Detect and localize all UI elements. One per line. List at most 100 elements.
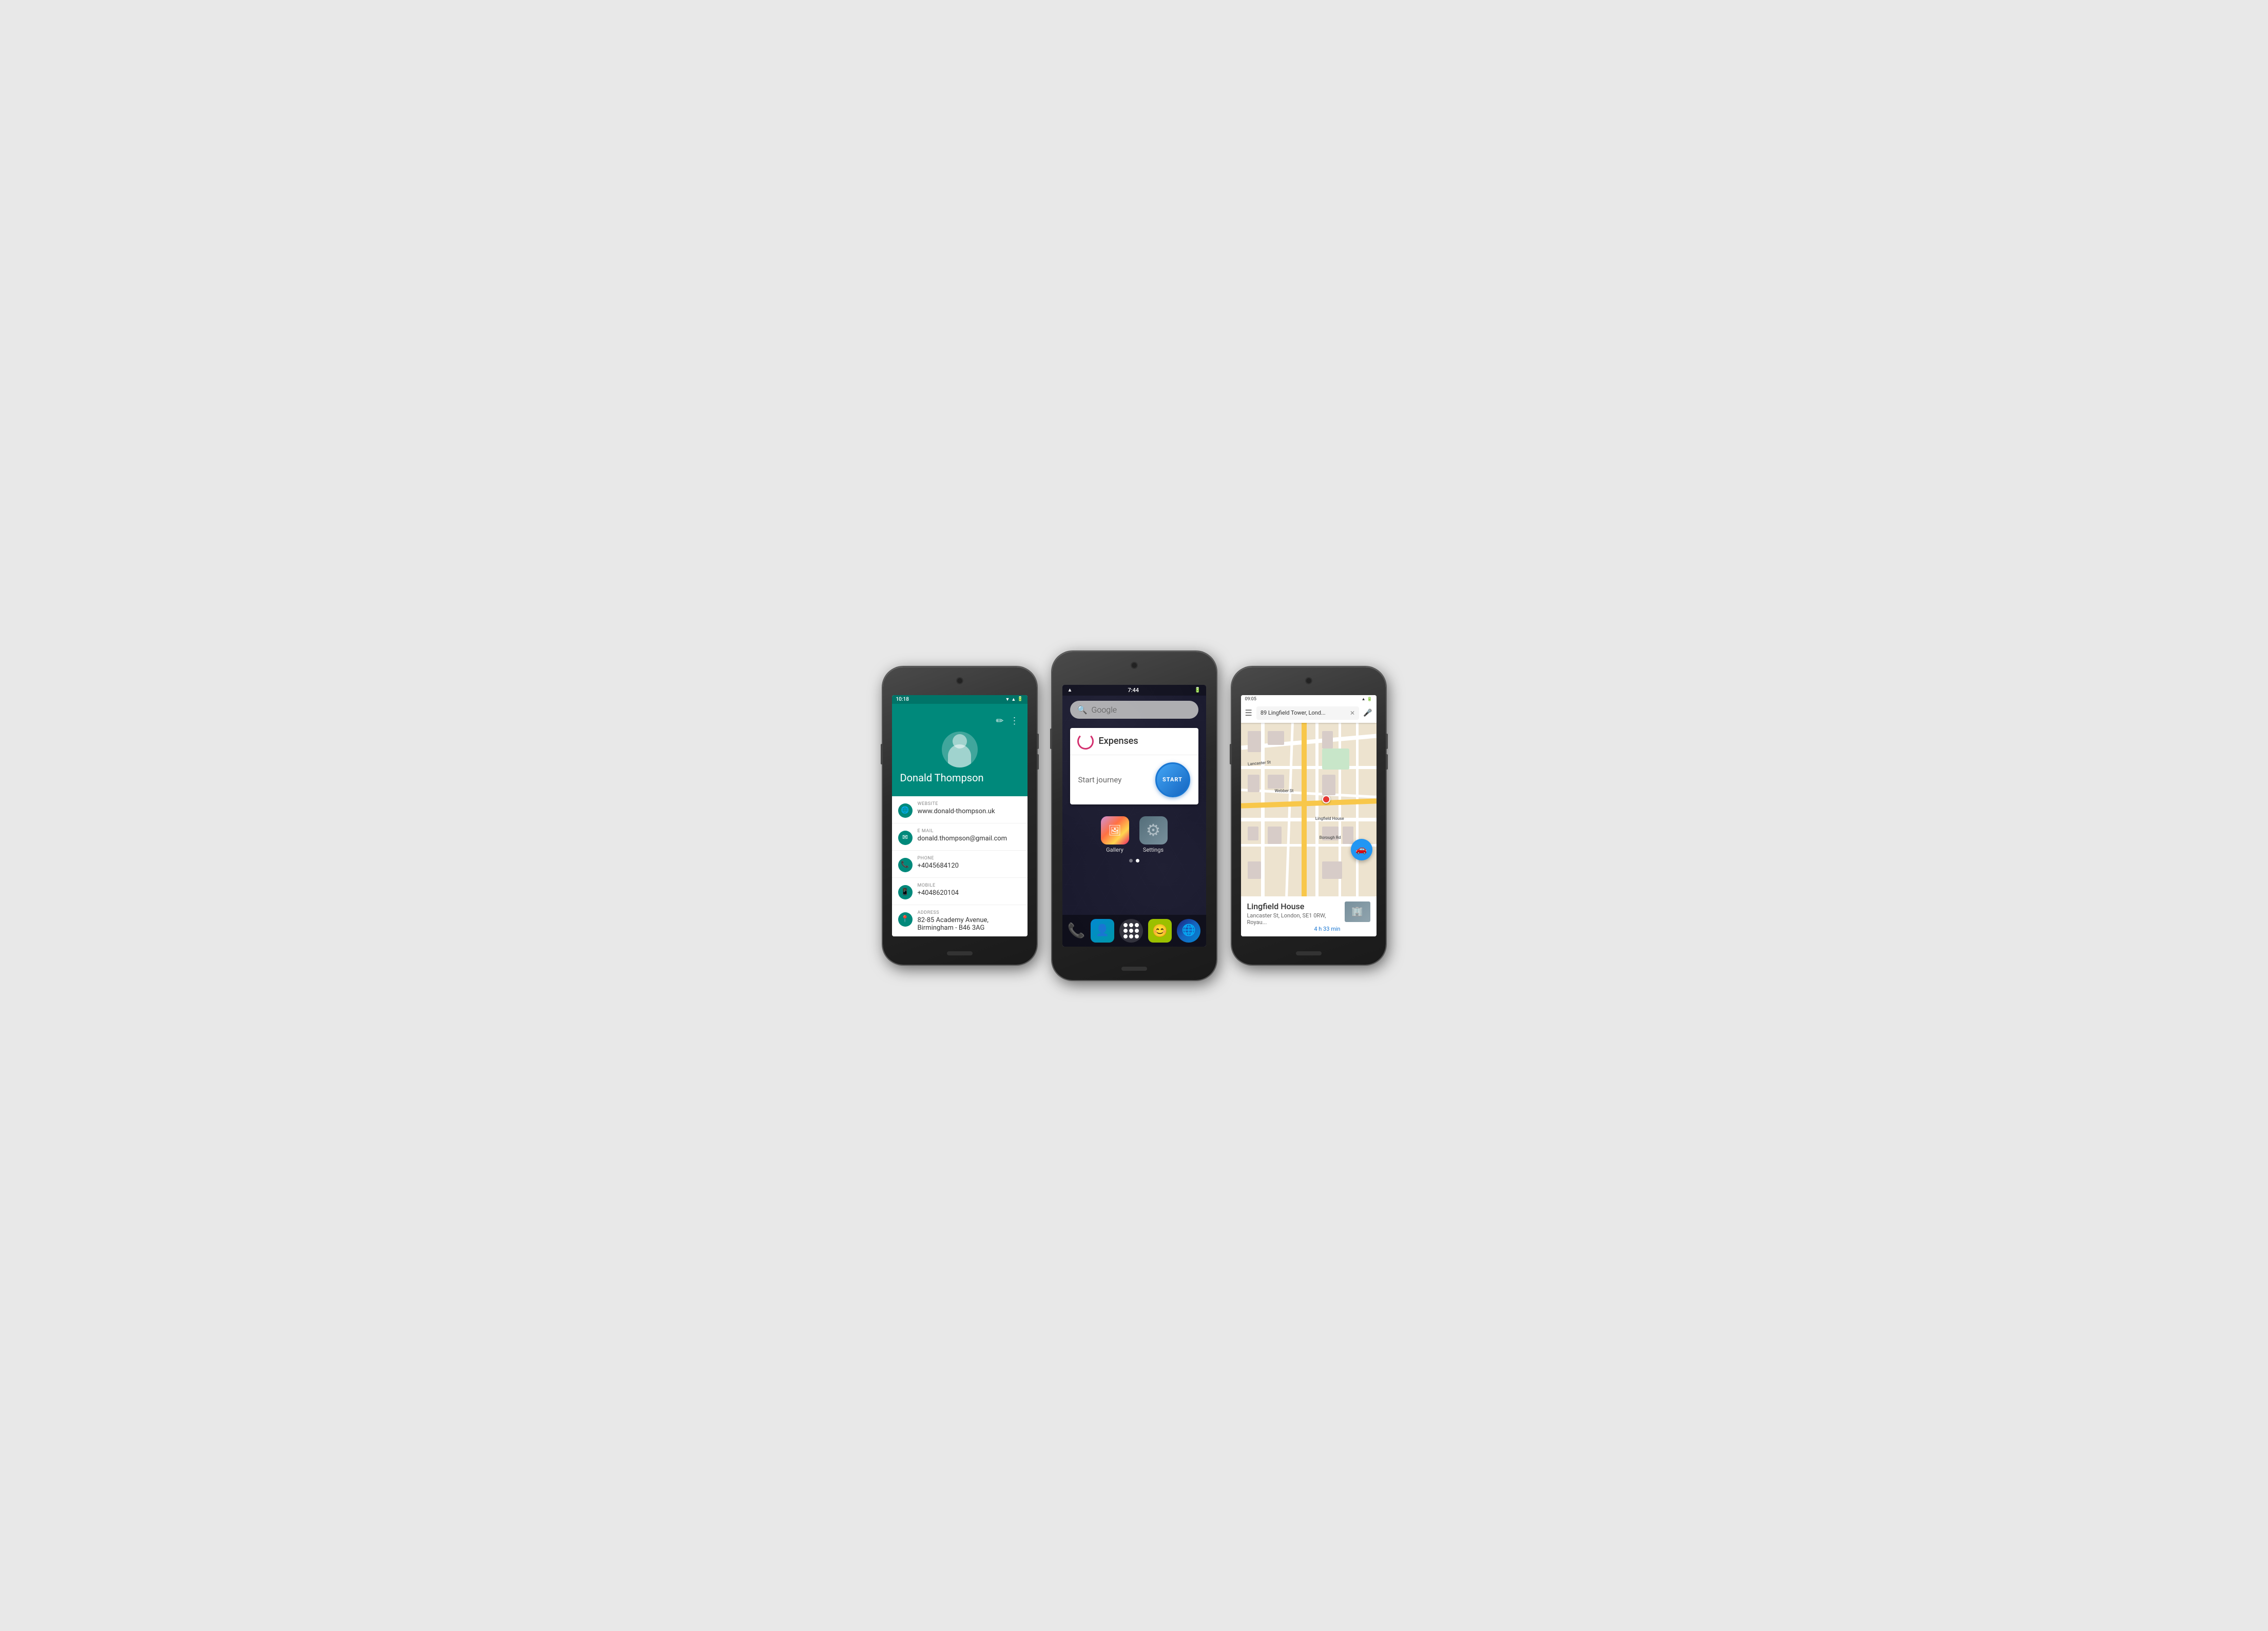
maps-status-icons: ▲ 🔋	[1362, 697, 1372, 701]
dock-contacts[interactable]: 👤	[1091, 919, 1114, 943]
expenses-icon	[1077, 733, 1094, 750]
wifi-icon: ▼	[1005, 697, 1010, 702]
app-dock: 📞 👤 😊	[1062, 915, 1206, 947]
phone-call-icon: 📞	[1068, 922, 1085, 939]
gallery-icon: 🖼	[1101, 816, 1129, 845]
edit-icon[interactable]: ✏	[996, 716, 1003, 726]
start-button-text: START	[1162, 776, 1183, 783]
address-field[interactable]: 📍 ADDRESS 82-85 Academy Avenue, Birmingh…	[892, 905, 1028, 936]
dock-apps[interactable]	[1119, 919, 1143, 943]
place-thumbnail: 🏢	[1345, 901, 1370, 922]
navigation-fab[interactable]: 🚗	[1351, 839, 1372, 860]
battery-icon: 🔋	[1194, 687, 1200, 693]
battery-icon: 🔋	[1017, 697, 1023, 702]
email-icon: ✉	[898, 831, 913, 845]
signal-icon: ▲	[1068, 687, 1073, 693]
phone-value: +4045684120	[918, 862, 1021, 870]
status-icons-left: ▲	[1068, 687, 1073, 693]
status-time-home: 7:44	[1128, 687, 1139, 694]
mobile-field[interactable]: 📱 MOBILE +4048620104	[892, 878, 1028, 905]
settings-app[interactable]: ⚙ Settings	[1139, 816, 1168, 853]
status-bar-home: ▲ 7:44 🔋	[1062, 685, 1206, 696]
maps-search-value: 89 Lingfield Tower, Lond...	[1261, 709, 1350, 716]
street-label-3: Borough Rd	[1320, 835, 1341, 840]
volume-down-button[interactable]	[1037, 754, 1039, 770]
maps-status-time: 09:05	[1245, 697, 1256, 702]
address-value: 82-85 Academy Avenue, Birmingham - B46 3…	[918, 916, 1021, 932]
gallery-app[interactable]: 🖼 Gallery	[1101, 816, 1129, 853]
street-label-2: Webber St	[1275, 789, 1294, 793]
maps-signal-icon: ▲	[1362, 697, 1366, 701]
map-pin	[1322, 795, 1330, 805]
email-field[interactable]: ✉ E MAIL donald.thompson@gmail.com	[892, 823, 1028, 851]
map-place-label: Lingfield House	[1315, 816, 1344, 821]
address-label: ADDRESS	[918, 910, 1021, 915]
email-value: donald.thompson@gmail.com	[918, 835, 1021, 842]
maps-battery-icon: 🔋	[1367, 697, 1372, 701]
mobile-value: +4048620104	[918, 889, 1021, 897]
place-name: Lingfield House	[1247, 901, 1341, 911]
volume-up-button[interactable]	[1037, 734, 1039, 749]
contact-avatar	[900, 732, 1019, 767]
power-button-center[interactable]	[1050, 728, 1052, 749]
mobile-icon: 📱	[898, 885, 913, 899]
page-dot-1	[1129, 859, 1133, 862]
contacts-screen: 10:18 ▼ ▲ 🔋 ✏ ⋮	[892, 695, 1028, 936]
phone-field[interactable]: 📞 PHONE +4045684120	[892, 851, 1028, 878]
hamburger-menu-icon[interactable]: ☰	[1245, 708, 1252, 718]
widget-title: Expenses	[1099, 736, 1138, 746]
gallery-icon-inner: 🖼	[1101, 816, 1129, 845]
contact-details: 🌐 WEBSITE www.donald-thompson.uk ✉ E MAI…	[892, 796, 1028, 936]
widget-header: Expenses	[1070, 728, 1198, 755]
phone-label: PHONE	[918, 856, 1021, 861]
maps-status-bar: 09:05 ▲ 🔋	[1241, 695, 1377, 703]
status-icons-right: 🔋	[1194, 687, 1200, 693]
status-bar: 10:18 ▼ ▲ 🔋	[892, 695, 1028, 704]
maps-top-bar: ☰ 89 Lingfield Tower, Lond... ✕ 🎤	[1241, 703, 1377, 723]
website-icon: 🌐	[898, 803, 913, 818]
mobile-label: MOBILE	[918, 883, 1021, 888]
page-dot-2	[1136, 859, 1139, 862]
phone-home: ▲ 7:44 🔋 🔍 Google Expenses	[1052, 651, 1216, 980]
gear-icon: ⚙	[1146, 820, 1161, 840]
apps-grid-icon	[1123, 923, 1139, 938]
volume-down-button-right[interactable]	[1386, 754, 1388, 770]
settings-label: Settings	[1143, 847, 1164, 853]
phone-icon: 📞	[898, 858, 913, 872]
search-icon: 🔍	[1077, 705, 1088, 715]
website-field[interactable]: 🌐 WEBSITE www.donald-thompson.uk	[892, 796, 1028, 823]
more-icon[interactable]: ⋮	[1010, 716, 1019, 726]
power-button-right[interactable]	[1230, 744, 1232, 764]
phones-container: 10:18 ▼ ▲ 🔋 ✏ ⋮	[883, 651, 1386, 980]
app-grid: 🖼 Gallery ⚙ Settings	[1062, 809, 1206, 856]
dock-phone[interactable]: 📞	[1068, 922, 1085, 939]
email-label: E MAIL	[918, 829, 1021, 834]
phone-maps: 09:05 ▲ 🔋 ☰ 89 Lingfield Tower, Lond... …	[1232, 667, 1386, 965]
home-screen: ▲ 7:44 🔋 🔍 Google Expenses	[1062, 685, 1206, 947]
maps-bottom-card: Lingfield House Lancaster St, London, SE…	[1241, 896, 1377, 936]
website-label: WEBSITE	[918, 801, 1021, 807]
status-icons: ▼ ▲ 🔋	[1005, 697, 1023, 702]
dock-messenger[interactable]: 😊	[1148, 919, 1172, 943]
phone-contacts: 10:18 ▼ ▲ 🔋 ✏ ⋮	[883, 667, 1037, 965]
microphone-icon[interactable]: 🎤	[1363, 709, 1372, 717]
start-journey-label: Start journey	[1078, 775, 1122, 784]
start-button[interactable]: START	[1155, 762, 1190, 797]
maps-search-field[interactable]: 89 Lingfield Tower, Lond... ✕	[1256, 706, 1359, 720]
clear-search-icon[interactable]: ✕	[1350, 709, 1355, 717]
map-view[interactable]: Lingfield House Lancaster St Webber St B…	[1241, 723, 1377, 896]
messenger-icon: 😊	[1152, 924, 1168, 938]
widget-body: Start journey START	[1070, 755, 1198, 804]
status-time: 10:18	[896, 697, 909, 702]
address-icon: 📍	[898, 912, 913, 927]
street-label-1: Lancaster St	[1247, 760, 1271, 766]
contact-name: Donald Thompson	[900, 772, 1019, 784]
volume-up-button-right[interactable]	[1386, 734, 1388, 749]
dock-globe[interactable]: 🌐	[1177, 919, 1200, 943]
page-dots	[1062, 856, 1206, 866]
expenses-widget: Expenses Start journey START	[1070, 728, 1198, 804]
power-button[interactable]	[881, 744, 883, 764]
search-placeholder: Google	[1091, 705, 1117, 715]
google-search-bar[interactable]: 🔍 Google	[1070, 701, 1198, 719]
place-address: Lancaster St, London, SE1 0RW, Royau...	[1247, 912, 1341, 926]
